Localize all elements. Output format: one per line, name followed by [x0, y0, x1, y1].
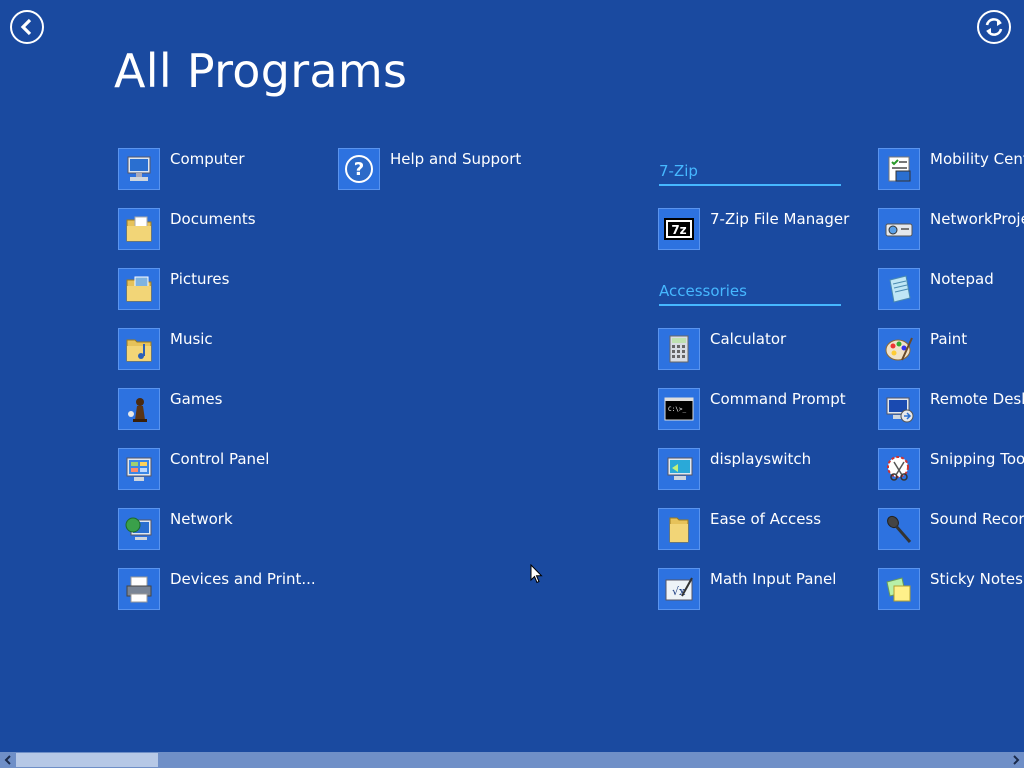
tile-snipping-tool[interactable]: Snipping Tool [878, 448, 1024, 492]
tile-label: Mobility Center [930, 150, 1024, 168]
printer-icon [126, 576, 152, 603]
tile-mobility-center[interactable]: Mobility Center [878, 148, 1024, 192]
chevron-left-icon [4, 755, 11, 765]
tile-label: Snipping Tool [930, 450, 1024, 468]
tile-label: Sound Recorder [930, 510, 1024, 528]
sticky-notes-icon [886, 577, 911, 602]
svg-text:7z: 7z [671, 223, 686, 237]
tile-label: Help and Support [390, 150, 522, 168]
tile-label: Math Input Panel [710, 570, 837, 588]
tile-label: Music [170, 330, 213, 348]
projector-icon [885, 223, 913, 237]
tile-ease-of-access[interactable]: Ease of Access [658, 508, 821, 552]
svg-text:?: ? [354, 159, 364, 180]
tile-help-and-support[interactable]: ? Help and Support [338, 148, 521, 192]
scrollbar-thumb[interactable] [16, 753, 158, 767]
math-input-icon: √x [665, 577, 693, 601]
back-button[interactable] [10, 10, 44, 44]
tile-label: displayswitch [710, 450, 812, 468]
page-title: All Programs [114, 44, 408, 98]
tile-paint[interactable]: Paint [878, 328, 967, 372]
tile-7zip-file-manager[interactable]: 7z 7-Zip File Manager [658, 208, 849, 252]
tile-label: 7-Zip File Manager [710, 210, 850, 228]
tile-label: Control Panel [170, 450, 270, 468]
svg-text:C:\>_: C:\>_ [668, 406, 686, 413]
pictures-folder-icon [126, 276, 152, 302]
control-panel-icon [126, 457, 152, 481]
tile-displayswitch[interactable]: displayswitch [658, 448, 811, 492]
tile-label: Devices and Print... [170, 570, 316, 588]
tile-control-panel[interactable]: Control Panel [118, 448, 269, 492]
tile-label: Games [170, 390, 223, 408]
chevron-right-icon [1013, 755, 1020, 765]
mouse-cursor-icon [530, 564, 543, 584]
calculator-icon [669, 335, 689, 363]
command-prompt-icon: C:\>_ [664, 397, 694, 421]
tile-notepad[interactable]: Notepad [878, 268, 994, 312]
tile-devices-and-printers[interactable]: Devices and Print... [118, 568, 316, 612]
help-question-icon: ? [345, 155, 373, 183]
games-chess-icon [128, 398, 147, 422]
snipping-tool-icon [887, 456, 909, 481]
tile-games[interactable]: Games [118, 388, 222, 432]
tile-network-projector[interactable]: NetworkProjector [878, 208, 1024, 252]
refresh-button[interactable] [977, 10, 1011, 44]
tile-label: Network [170, 510, 233, 528]
music-folder-icon [126, 339, 152, 362]
tile-label: Documents [170, 210, 256, 228]
tile-label: Pictures [170, 270, 230, 288]
tile-network[interactable]: Network [118, 508, 233, 552]
back-arrow-icon [20, 18, 32, 36]
7zip-icon: 7z [664, 218, 694, 240]
tile-label: Paint [930, 330, 968, 348]
notepad-icon [889, 275, 911, 303]
computer-icon [127, 156, 151, 181]
display-switch-icon [667, 457, 693, 480]
tile-label: Remote Desktop [930, 390, 1024, 408]
group-header-7zip: 7-Zip [659, 162, 841, 186]
refresh-icon [985, 18, 1003, 36]
paint-palette-icon [885, 337, 913, 361]
tile-calculator[interactable]: Calculator [658, 328, 786, 372]
start-screen: All Programs Computer Documents Pictures… [0, 0, 1024, 768]
tile-command-prompt[interactable]: C:\>_ Command Prompt [658, 388, 846, 432]
tile-music[interactable]: Music [118, 328, 213, 372]
network-globe-icon [125, 517, 152, 540]
tile-label: NetworkProjector [930, 210, 1024, 228]
scroll-right-button[interactable] [1008, 752, 1024, 768]
horizontal-scrollbar[interactable] [0, 752, 1024, 768]
tile-pictures[interactable]: Pictures [118, 268, 229, 312]
tile-remote-desktop[interactable]: Remote Desktop [878, 388, 1024, 432]
documents-folder-icon [126, 216, 152, 242]
tile-sticky-notes[interactable]: Sticky Notes [878, 568, 1023, 612]
tile-label: Calculator [710, 330, 787, 348]
microphone-icon [887, 515, 912, 543]
tile-label: Command Prompt [710, 390, 846, 408]
tile-label: Ease of Access [710, 510, 822, 528]
folder-icon [669, 517, 689, 543]
tile-computer[interactable]: Computer [118, 148, 245, 192]
tile-label: Notepad [930, 270, 994, 288]
tile-math-input-panel[interactable]: √x Math Input Panel [658, 568, 836, 612]
group-header-accessories: Accessories [659, 282, 841, 306]
remote-desktop-icon [886, 397, 914, 423]
tile-sound-recorder[interactable]: Sound Recorder [878, 508, 1024, 552]
tile-label: Computer [170, 150, 245, 168]
scroll-left-button[interactable] [0, 752, 16, 768]
mobility-center-icon [888, 156, 911, 182]
tile-documents[interactable]: Documents [118, 208, 256, 252]
tile-label: Sticky Notes [930, 570, 1023, 588]
